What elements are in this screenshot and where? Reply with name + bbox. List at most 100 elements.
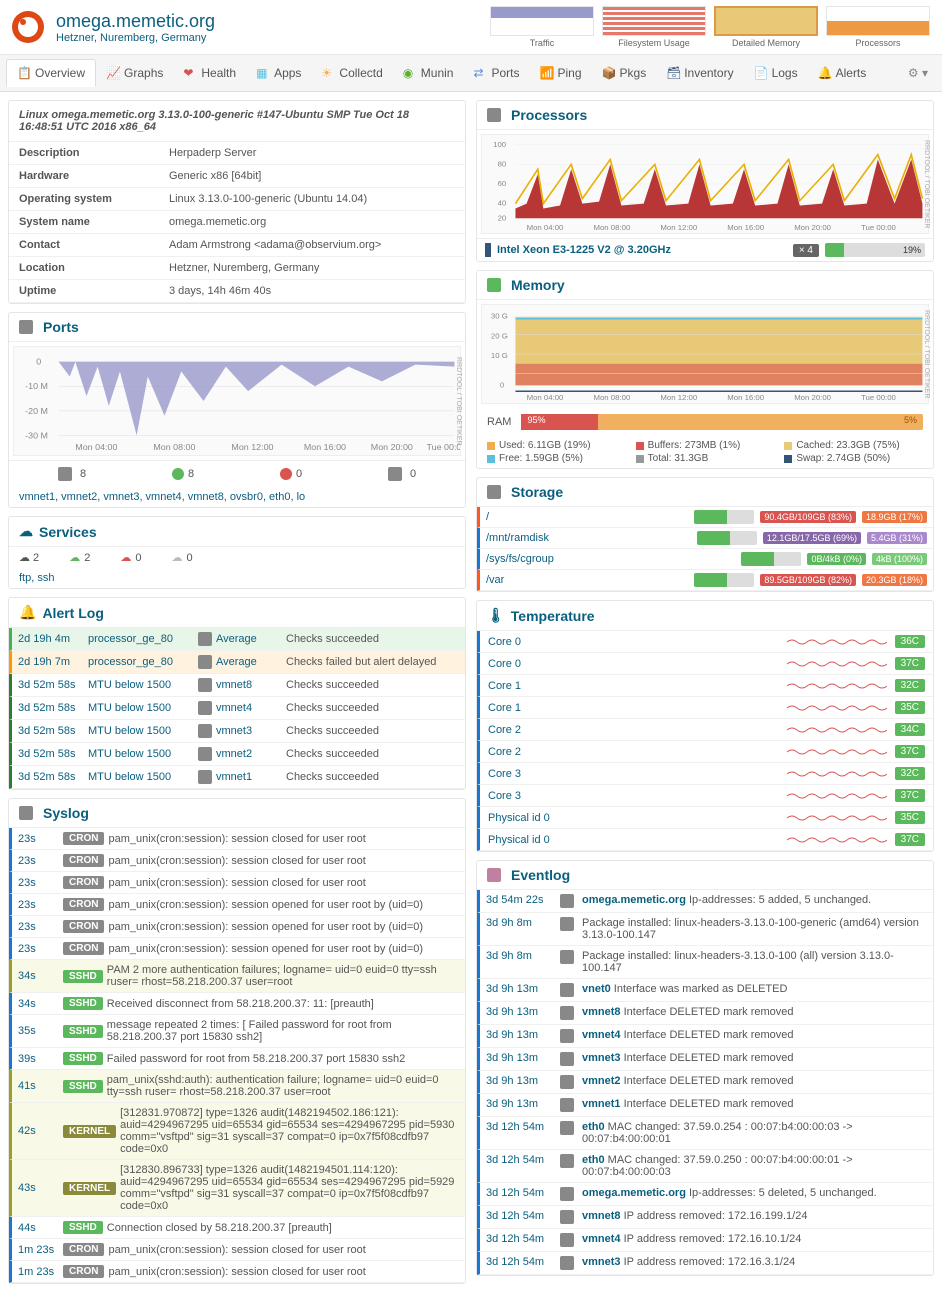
alert-device[interactable]: vmnet8 <box>216 679 286 691</box>
temperature-sensor[interactable]: Core 2 <box>488 724 779 736</box>
storage-path[interactable]: /sys/fs/cgroup <box>486 553 735 565</box>
temperature-sensor[interactable]: Core 1 <box>488 702 779 714</box>
storage-row[interactable]: / 90.4GB/109GB (83%) 18.9GB (17%) <box>477 507 933 528</box>
temperature-value: 37C <box>895 745 925 758</box>
alertlog-row[interactable]: 2d 19h 4m processor_ge_80 Average Checks… <box>9 628 465 651</box>
storage-row[interactable]: /sys/fs/cgroup 0B/4kB (0%) 4kB (100%) <box>477 549 933 570</box>
event-device[interactable]: vmnet2 <box>582 1075 621 1087</box>
services-list[interactable]: ftp, ssh <box>9 568 465 588</box>
event-device[interactable]: eth0 <box>582 1121 605 1133</box>
event-device[interactable]: vmnet4 <box>582 1233 621 1245</box>
alertlog-row[interactable]: 3d 52m 58s MTU below 1500 vmnet8 Checks … <box>9 674 465 697</box>
alertlog-row[interactable]: 3d 52m 58s MTU below 1500 vmnet1 Checks … <box>9 766 465 789</box>
tab-pkgs[interactable]: 📦Pkgs <box>592 59 657 87</box>
temperature-sensor[interactable]: Physical id 0 <box>488 812 779 824</box>
alertlog-row[interactable]: 3d 52m 58s MTU below 1500 vmnet3 Checks … <box>9 720 465 743</box>
thumb-processors[interactable]: Processors <box>826 6 930 48</box>
processors-chart[interactable]: 10080604020 Mon 04:00Mon 08:00Mon 12:00M… <box>481 134 929 234</box>
alert-device[interactable]: vmnet1 <box>216 771 286 783</box>
event-device[interactable]: vmnet1 <box>582 1098 621 1110</box>
storage-row[interactable]: /mnt/ramdisk 12.1GB/17.5GB (69%) 5.4GB (… <box>477 528 933 549</box>
alertlog-row[interactable]: 2d 19h 7m processor_ge_80 Average Checks… <box>9 651 465 674</box>
service-stat: ☁ 2 <box>19 551 39 564</box>
alert-name[interactable]: MTU below 1500 <box>88 679 198 691</box>
cpu-name[interactable]: Intel Xeon E3-1225 V2 @ 3.20GHz <box>497 244 787 256</box>
event-device[interactable]: vmnet3 <box>582 1052 621 1064</box>
temperature-row[interactable]: Core 3 32C <box>477 763 933 785</box>
tab-logs[interactable]: 📄Logs <box>744 59 808 87</box>
event-device[interactable]: eth0 <box>582 1154 605 1166</box>
alert-device[interactable]: Average <box>216 633 286 645</box>
event-message: vmnet4 IP address removed: 172.16.10.1/2… <box>582 1233 927 1245</box>
device-title[interactable]: omega.memetic.org <box>56 11 215 32</box>
syslog-row: 23s CRON pam_unix(cron:session): session… <box>9 872 465 894</box>
port-list[interactable]: vmnet1, vmnet2, vmnet3, vmnet4, vmnet8, … <box>9 487 465 507</box>
tab-collectd[interactable]: ☀Collectd <box>311 59 392 87</box>
temperature-row[interactable]: Core 2 34C <box>477 719 933 741</box>
event-device[interactable]: omega.memetic.org <box>582 1187 686 1199</box>
tab-alerts[interactable]: 🔔Alerts <box>808 59 877 87</box>
alertlog-row[interactable]: 3d 52m 58s MTU below 1500 vmnet4 Checks … <box>9 697 465 720</box>
event-device[interactable]: vmnet4 <box>582 1029 621 1041</box>
alert-name[interactable]: processor_ge_80 <box>88 633 198 645</box>
svg-text:20 G: 20 G <box>491 332 508 340</box>
syslog-message: pam_unix(cron:session): session opened f… <box>108 943 459 955</box>
alert-device[interactable]: Average <box>216 656 286 668</box>
tab-health[interactable]: ❤Health <box>173 59 246 87</box>
alert-name[interactable]: processor_ge_80 <box>88 656 198 668</box>
temperature-sensor[interactable]: Core 0 <box>488 636 779 648</box>
memory-chart[interactable]: 30 G20 G10 G0 Mon 04:00Mon 08:00Mon 12:0… <box>481 304 929 404</box>
alert-device[interactable]: vmnet3 <box>216 725 286 737</box>
event-device[interactable]: omega.memetic.org <box>582 894 686 906</box>
event-device[interactable]: vmnet8 <box>582 1210 621 1222</box>
tab-graphs[interactable]: 📈Graphs <box>96 59 173 87</box>
thumb-traffic[interactable]: Traffic <box>490 6 594 48</box>
alert-name[interactable]: MTU below 1500 <box>88 725 198 737</box>
event-device[interactable]: vnet0 <box>582 983 611 995</box>
ports-chart[interactable]: 0-10 M-20 M-30 M Mon 04:00Mon 08:00Mon 1… <box>13 346 461 456</box>
temperature-sensor[interactable]: Core 3 <box>488 790 779 802</box>
temperature-sensor[interactable]: Core 3 <box>488 768 779 780</box>
event-time: 3d 12h 54m <box>486 1210 556 1222</box>
alert-device[interactable]: vmnet4 <box>216 702 286 714</box>
syslog-row: 42s KERNEL [312831.970872] type=1326 aud… <box>9 1103 465 1160</box>
temperature-sensor[interactable]: Core 1 <box>488 680 779 692</box>
eventlog-row: 3d 9h 13m vmnet2 Interface DELETED mark … <box>477 1071 933 1094</box>
temperature-row[interactable]: Core 3 37C <box>477 785 933 807</box>
temperature-row[interactable]: Physical id 0 37C <box>477 829 933 851</box>
temperature-sensor[interactable]: Core 0 <box>488 658 779 670</box>
temperature-sensor[interactable]: Physical id 0 <box>488 834 779 846</box>
alert-name[interactable]: MTU below 1500 <box>88 771 198 783</box>
event-device[interactable]: vmnet8 <box>582 1006 621 1018</box>
alert-device[interactable]: vmnet2 <box>216 748 286 760</box>
temperature-row[interactable]: Core 0 36C <box>477 631 933 653</box>
alert-name[interactable]: MTU below 1500 <box>88 702 198 714</box>
temperature-sensor[interactable]: Core 2 <box>488 746 779 758</box>
tab-munin[interactable]: ◉Munin <box>393 59 464 87</box>
settings-gear-icon[interactable]: ⚙ ▾ <box>900 62 936 84</box>
tab-overview[interactable]: 📋Overview <box>6 59 96 87</box>
storage-path[interactable]: /mnt/ramdisk <box>486 532 691 544</box>
syslog-time: 42s <box>18 1125 63 1137</box>
temperature-row[interactable]: Core 2 37C <box>477 741 933 763</box>
alertlog-row[interactable]: 3d 52m 58s MTU below 1500 vmnet2 Checks … <box>9 743 465 766</box>
thumb-detailed-memory[interactable]: Detailed Memory <box>714 6 818 48</box>
temperature-row[interactable]: Physical id 0 35C <box>477 807 933 829</box>
svg-text:20: 20 <box>498 214 507 222</box>
tab-inventory[interactable]: 🗃Inventory <box>656 59 743 87</box>
tab-ports[interactable]: ⇄Ports <box>463 59 529 87</box>
temperature-row[interactable]: Core 1 32C <box>477 675 933 697</box>
thumb-filesystem-usage[interactable]: Filesystem Usage <box>602 6 706 48</box>
alert-name[interactable]: MTU below 1500 <box>88 748 198 760</box>
device-icon <box>560 950 574 964</box>
storage-row[interactable]: /var 89.5GB/109GB (82%) 20.3GB (18%) <box>477 570 933 591</box>
event-device[interactable]: vmnet3 <box>582 1256 621 1268</box>
inventory-icon: 🗃 <box>666 66 680 80</box>
storage-path[interactable]: / <box>486 511 688 523</box>
temperature-row[interactable]: Core 0 37C <box>477 653 933 675</box>
tab-apps[interactable]: ▦Apps <box>246 59 311 87</box>
tab-ping[interactable]: 📶Ping <box>529 59 591 87</box>
temperature-row[interactable]: Core 1 35C <box>477 697 933 719</box>
storage-path[interactable]: /var <box>486 574 688 586</box>
device-icon <box>560 1233 574 1247</box>
